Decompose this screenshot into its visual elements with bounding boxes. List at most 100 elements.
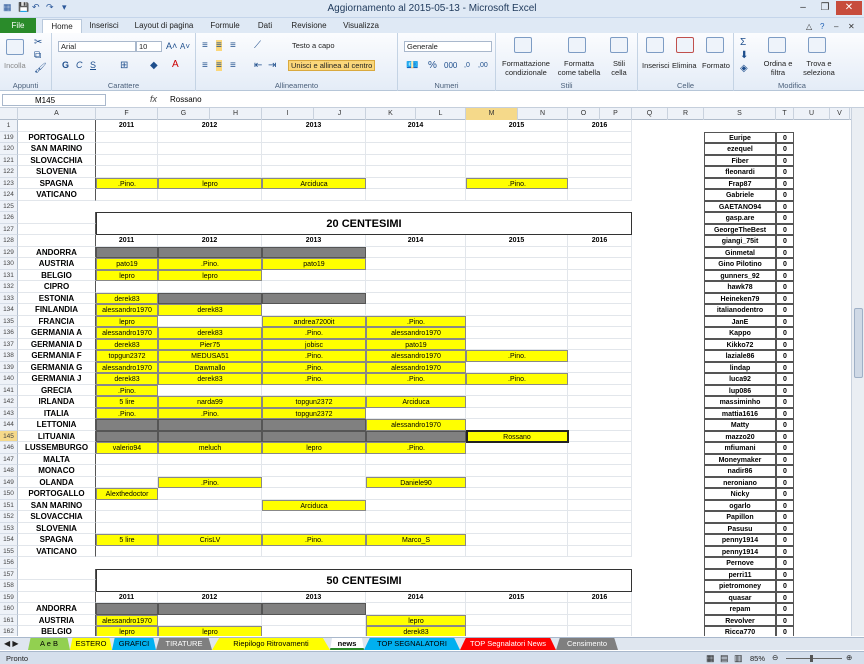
country-cell[interactable]: SAN MARINO xyxy=(18,499,96,511)
country-cell[interactable] xyxy=(18,568,96,580)
finder-cell[interactable] xyxy=(466,603,568,615)
column-header[interactable]: P xyxy=(600,108,632,120)
user-count-cell[interactable]: 0 xyxy=(776,246,794,258)
finder-cell[interactable] xyxy=(96,189,158,201)
row-header[interactable]: 127 xyxy=(0,223,18,235)
percent-icon[interactable]: % xyxy=(428,60,437,71)
user-name-cell[interactable]: hawk78 xyxy=(704,281,776,293)
row-header[interactable]: 122 xyxy=(0,166,18,178)
row-header[interactable]: 123 xyxy=(0,177,18,189)
user-count-cell[interactable]: 0 xyxy=(776,568,794,580)
tab-visualizza[interactable]: Visualizza xyxy=(336,19,386,33)
increase-indent-icon[interactable]: ⇥ xyxy=(268,60,276,71)
finder-cell[interactable] xyxy=(466,545,568,557)
country-cell[interactable] xyxy=(18,580,96,592)
user-count-cell[interactable]: 0 xyxy=(776,603,794,615)
finder-cell[interactable] xyxy=(568,407,632,419)
finder-cell[interactable] xyxy=(262,281,366,293)
user-count-cell[interactable]: 0 xyxy=(776,522,794,534)
finder-cell[interactable]: .Pino. xyxy=(96,384,158,396)
country-cell[interactable]: GERMANIA J xyxy=(18,373,96,385)
finder-cell[interactable] xyxy=(466,258,568,270)
finder-cell[interactable] xyxy=(466,407,568,419)
restore-icon[interactable]: ❐ xyxy=(814,1,836,15)
finder-cell[interactable]: alessandro1970 xyxy=(96,304,158,316)
unavailable-cell[interactable] xyxy=(96,246,158,258)
finder-cell[interactable] xyxy=(466,315,568,327)
country-cell[interactable]: IRLANDA xyxy=(18,396,96,408)
zoom-out-icon[interactable]: ⊖ xyxy=(772,653,778,662)
country-cell[interactable]: AUSTRIA xyxy=(18,614,96,626)
unavailable-cell[interactable] xyxy=(158,246,262,258)
shrink-font-icon[interactable]: A˅ xyxy=(180,41,190,52)
finder-cell[interactable] xyxy=(366,511,466,523)
user-name-cell[interactable]: lindap xyxy=(704,361,776,373)
column-header[interactable]: R xyxy=(668,108,704,120)
finder-cell[interactable] xyxy=(466,534,568,546)
finder-cell[interactable] xyxy=(158,315,262,327)
country-cell[interactable]: VATICANO xyxy=(18,189,96,201)
cell-styles-button[interactable]: Stili cella xyxy=(606,59,632,77)
finder-cell[interactable] xyxy=(466,465,568,477)
finder-cell[interactable] xyxy=(568,304,632,316)
unavailable-cell[interactable] xyxy=(158,292,262,304)
country-cell[interactable]: SPAGNA xyxy=(18,534,96,546)
user-count-cell[interactable]: 0 xyxy=(776,166,794,178)
row-header[interactable]: 148 xyxy=(0,465,18,477)
finder-cell[interactable] xyxy=(568,603,632,615)
finder-cell[interactable]: narda99 xyxy=(158,396,262,408)
user-name-cell[interactable]: mattia1616 xyxy=(704,407,776,419)
sheet-tab[interactable]: Censimento xyxy=(556,638,618,650)
country-cell[interactable]: FRANCIA xyxy=(18,315,96,327)
finder-cell[interactable]: Pier75 xyxy=(158,338,262,350)
country-cell[interactable]: ANDORRA xyxy=(18,246,96,258)
finder-cell[interactable] xyxy=(466,338,568,350)
finder-cell[interactable] xyxy=(568,453,632,465)
user-name-cell[interactable]: Kikko72 xyxy=(704,338,776,350)
finder-cell[interactable]: andrea7200it xyxy=(262,315,366,327)
row-header[interactable]: 150 xyxy=(0,488,18,500)
finder-cell[interactable] xyxy=(262,476,366,488)
finder-cell[interactable] xyxy=(262,304,366,316)
finder-cell[interactable]: alessandro1970 xyxy=(366,361,466,373)
user-count-cell[interactable]: 0 xyxy=(776,430,794,442)
column-header[interactable]: K xyxy=(366,108,416,120)
align-middle-icon[interactable]: ≡ xyxy=(216,40,222,51)
country-cell[interactable] xyxy=(18,120,96,132)
tab-home[interactable]: Home xyxy=(42,19,82,34)
finder-cell[interactable]: valerio94 xyxy=(96,442,158,454)
user-name-cell[interactable]: laziale86 xyxy=(704,350,776,362)
row-header[interactable]: 154 xyxy=(0,534,18,546)
finder-cell[interactable] xyxy=(568,350,632,362)
finder-cell[interactable] xyxy=(568,384,632,396)
select-all-corner[interactable] xyxy=(0,108,18,120)
finder-cell[interactable] xyxy=(158,453,262,465)
country-cell[interactable]: GERMANIA F xyxy=(18,350,96,362)
unavailable-cell[interactable] xyxy=(262,246,366,258)
row-header[interactable]: 149 xyxy=(0,476,18,488)
row-header[interactable]: 162 xyxy=(0,626,18,636)
find-select-icon[interactable] xyxy=(808,37,826,53)
user-name-cell[interactable]: quasar xyxy=(704,591,776,603)
finder-cell[interactable] xyxy=(158,154,262,166)
finder-cell[interactable] xyxy=(366,603,466,615)
finder-cell[interactable] xyxy=(466,189,568,201)
finder-cell[interactable]: alessandro1970 xyxy=(366,327,466,339)
row-header[interactable]: 155 xyxy=(0,545,18,557)
row-header[interactable]: 129 xyxy=(0,246,18,258)
country-cell[interactable]: LUSSEMBURGO xyxy=(18,442,96,454)
finder-cell[interactable] xyxy=(366,143,466,155)
finder-cell[interactable]: Arciduca xyxy=(366,396,466,408)
insert-button[interactable]: Inserisci xyxy=(642,61,670,70)
finder-cell[interactable] xyxy=(366,407,466,419)
finder-cell[interactable] xyxy=(568,488,632,500)
finder-cell[interactable] xyxy=(466,499,568,511)
user-count-cell[interactable]: 0 xyxy=(776,281,794,293)
finder-cell[interactable] xyxy=(158,131,262,143)
tab-inserisci[interactable]: Inserisci xyxy=(84,19,124,33)
row-header[interactable]: 126 xyxy=(0,212,18,224)
country-cell[interactable] xyxy=(18,212,96,224)
finder-cell[interactable] xyxy=(158,614,262,626)
finder-cell[interactable] xyxy=(366,131,466,143)
row-header[interactable]: 137 xyxy=(0,338,18,350)
